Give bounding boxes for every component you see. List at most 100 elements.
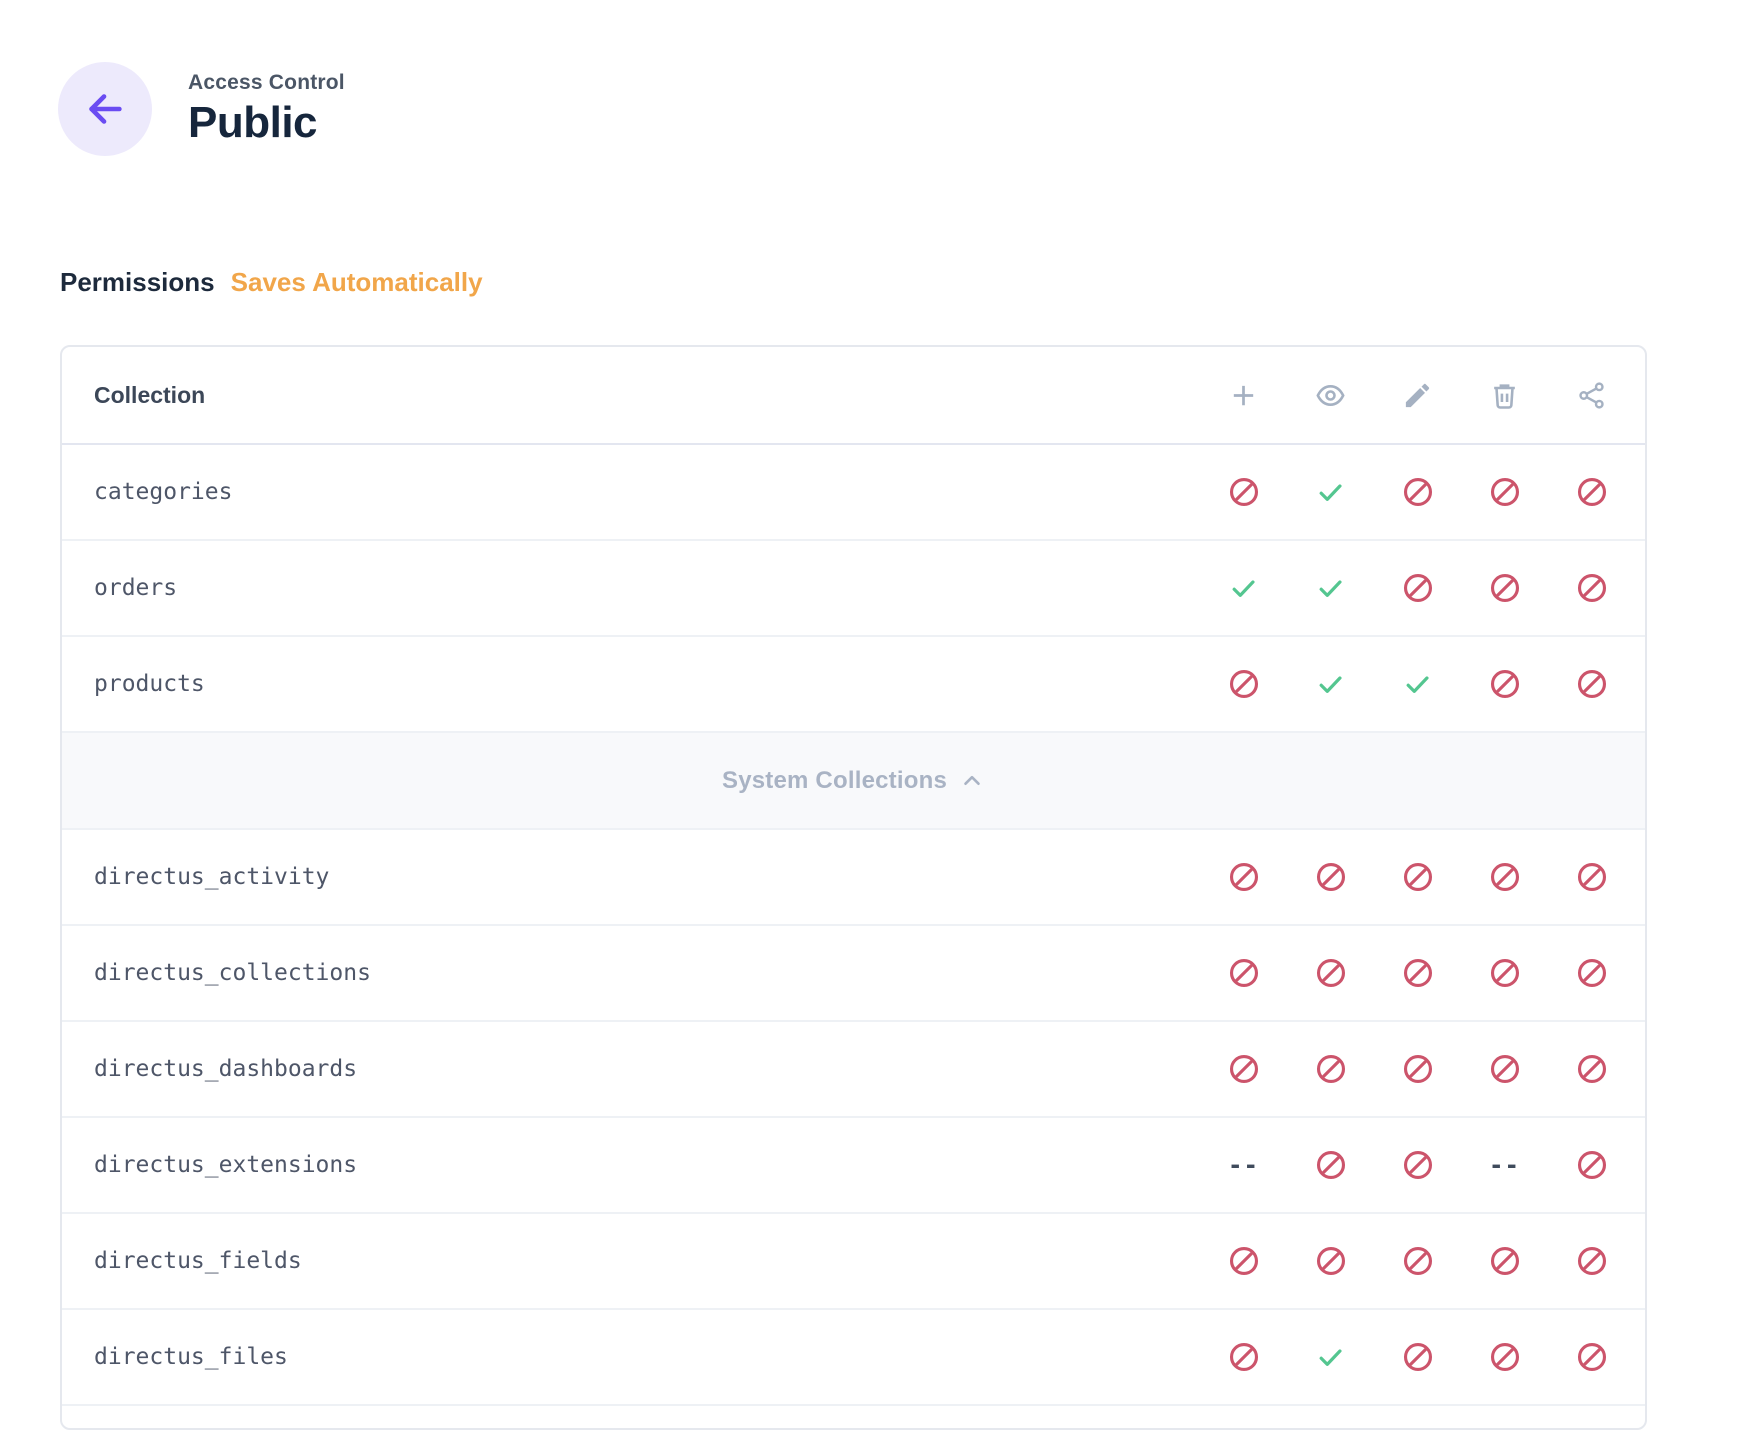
read-permission-toggle[interactable] xyxy=(1287,1148,1374,1182)
create-permission-toggle[interactable] xyxy=(1200,1244,1287,1278)
create-permission-toggle[interactable] xyxy=(1200,860,1287,894)
status-deny xyxy=(1227,956,1261,990)
status-deny xyxy=(1227,1052,1261,1086)
block-icon xyxy=(1575,1340,1609,1374)
block-icon xyxy=(1401,956,1435,990)
permission-cells xyxy=(1200,1052,1635,1086)
delete-permission-toggle[interactable] xyxy=(1461,1052,1548,1086)
create-permission-toggle[interactable] xyxy=(1200,667,1287,701)
share-permission-toggle[interactable] xyxy=(1548,1244,1635,1278)
create-permission-toggle[interactable] xyxy=(1200,1340,1287,1374)
status-deny xyxy=(1401,475,1435,509)
block-icon xyxy=(1227,475,1261,509)
read-permission-toggle[interactable] xyxy=(1287,1244,1374,1278)
delete-permission-toggle[interactable] xyxy=(1461,571,1548,605)
column-header-share xyxy=(1548,380,1635,411)
delete-permission-toggle[interactable] xyxy=(1461,475,1548,509)
delete-permission-toggle[interactable] xyxy=(1461,667,1548,701)
system-collections-label: System Collections xyxy=(722,767,947,795)
update-permission-toggle[interactable] xyxy=(1374,571,1461,605)
check-icon xyxy=(1315,573,1346,604)
system-collections-toggle[interactable]: System Collections xyxy=(62,733,1645,830)
check-icon xyxy=(1228,573,1259,604)
block-icon xyxy=(1227,1052,1261,1086)
check-icon xyxy=(1315,669,1346,700)
create-permission-toggle[interactable] xyxy=(1200,475,1287,509)
table-row: orders xyxy=(62,541,1645,637)
block-icon xyxy=(1314,860,1348,894)
check-icon xyxy=(1315,477,1346,508)
read-permission-toggle[interactable] xyxy=(1287,860,1374,894)
permission-cells xyxy=(1200,667,1635,701)
delete-permission-toggle[interactable] xyxy=(1461,860,1548,894)
delete-permission-toggle[interactable]: -- xyxy=(1461,1148,1548,1182)
share-permission-toggle[interactable] xyxy=(1548,860,1635,894)
create-permission-toggle[interactable] xyxy=(1200,571,1287,605)
block-icon xyxy=(1401,1340,1435,1374)
table-row: directus_extensions---- xyxy=(62,1118,1645,1214)
status-deny xyxy=(1314,1244,1348,1278)
share-permission-toggle[interactable] xyxy=(1548,1340,1635,1374)
read-permission-toggle[interactable] xyxy=(1287,1340,1374,1374)
status-allow xyxy=(1315,477,1346,508)
status-deny xyxy=(1314,956,1348,990)
collection-column-header: Collection xyxy=(94,382,205,409)
status-deny xyxy=(1488,571,1522,605)
block-icon xyxy=(1227,956,1261,990)
table-row: categories xyxy=(62,445,1645,541)
block-icon xyxy=(1401,475,1435,509)
status-allow xyxy=(1315,573,1346,604)
status-deny xyxy=(1401,1052,1435,1086)
read-permission-toggle[interactable] xyxy=(1287,956,1374,990)
update-permission-toggle[interactable] xyxy=(1374,1244,1461,1278)
status-deny xyxy=(1401,860,1435,894)
status-deny xyxy=(1227,667,1261,701)
update-permission-toggle[interactable] xyxy=(1374,1148,1461,1182)
update-permission-toggle[interactable] xyxy=(1374,860,1461,894)
share-permission-toggle[interactable] xyxy=(1548,571,1635,605)
collection-name: directus_collections xyxy=(94,960,371,986)
share-permission-toggle[interactable] xyxy=(1548,956,1635,990)
block-icon xyxy=(1401,860,1435,894)
update-permission-toggle[interactable] xyxy=(1374,956,1461,990)
block-icon xyxy=(1227,860,1261,894)
page-title: Public xyxy=(188,98,345,148)
status-deny xyxy=(1575,1340,1609,1374)
status-deny xyxy=(1314,860,1348,894)
update-permission-toggle[interactable] xyxy=(1374,667,1461,701)
back-button[interactable] xyxy=(58,62,152,156)
delete-permission-toggle[interactable] xyxy=(1461,1244,1548,1278)
delete-permission-toggle[interactable] xyxy=(1461,956,1548,990)
block-icon xyxy=(1488,860,1522,894)
block-icon xyxy=(1227,667,1261,701)
status-deny xyxy=(1314,1052,1348,1086)
read-permission-toggle[interactable] xyxy=(1287,1052,1374,1086)
status-deny xyxy=(1401,571,1435,605)
share-permission-toggle[interactable] xyxy=(1548,1052,1635,1086)
table-row: directus_files xyxy=(62,1310,1645,1406)
read-permission-toggle[interactable] xyxy=(1287,475,1374,509)
create-permission-toggle[interactable] xyxy=(1200,956,1287,990)
eye-icon xyxy=(1315,380,1346,411)
create-permission-toggle[interactable] xyxy=(1200,1052,1287,1086)
status-deny xyxy=(1401,1340,1435,1374)
title-block: Access Control Public xyxy=(188,71,345,148)
block-icon xyxy=(1227,1340,1261,1374)
status-allow xyxy=(1228,573,1259,604)
status-deny xyxy=(1227,475,1261,509)
status-deny xyxy=(1575,571,1609,605)
update-permission-toggle[interactable] xyxy=(1374,1052,1461,1086)
read-permission-toggle[interactable] xyxy=(1287,571,1374,605)
share-permission-toggle[interactable] xyxy=(1548,1148,1635,1182)
block-icon xyxy=(1488,1340,1522,1374)
update-permission-toggle[interactable] xyxy=(1374,475,1461,509)
share-permission-toggle[interactable] xyxy=(1548,475,1635,509)
block-icon xyxy=(1488,571,1522,605)
permission-cells xyxy=(1200,1244,1635,1278)
create-permission-toggle[interactable]: -- xyxy=(1200,1148,1287,1182)
delete-permission-toggle[interactable] xyxy=(1461,1340,1548,1374)
update-permission-toggle[interactable] xyxy=(1374,1340,1461,1374)
share-permission-toggle[interactable] xyxy=(1548,667,1635,701)
block-icon xyxy=(1575,860,1609,894)
read-permission-toggle[interactable] xyxy=(1287,667,1374,701)
